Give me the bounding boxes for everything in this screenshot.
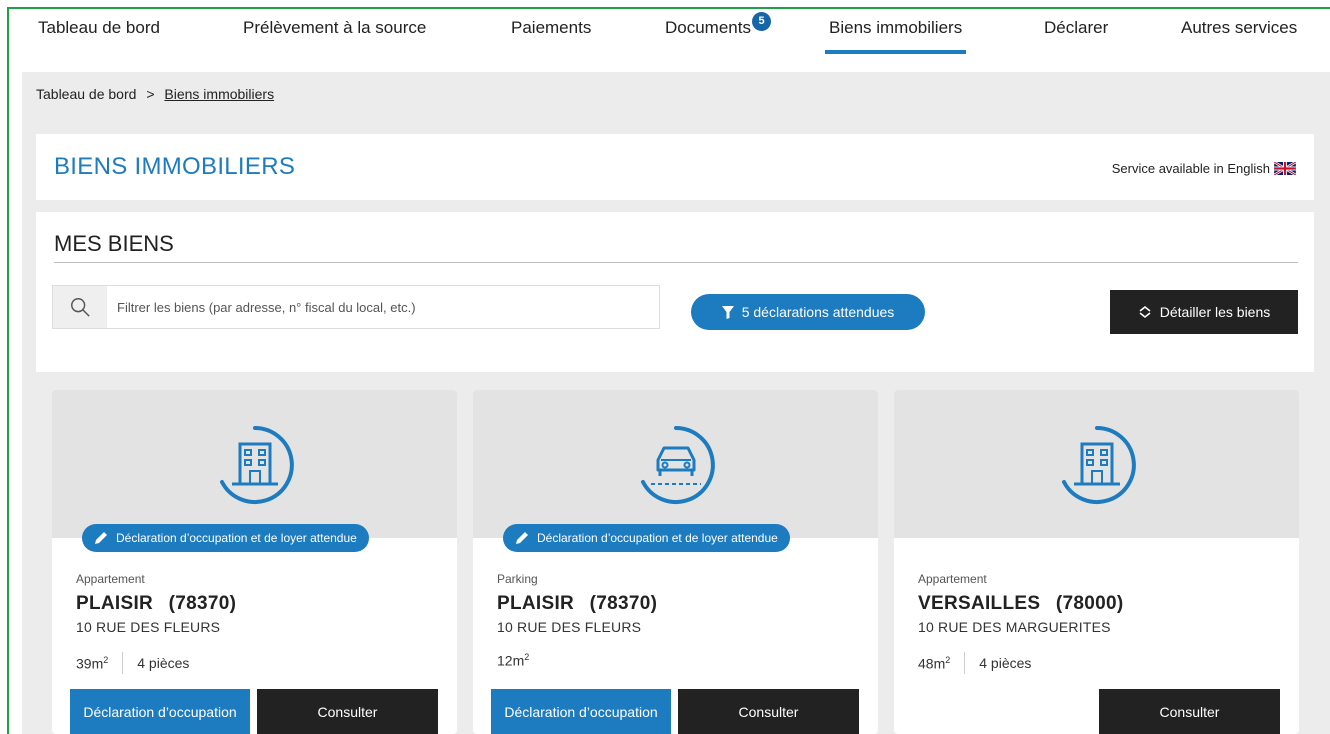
property-city: PLAISIR (78370) [76, 593, 236, 615]
property-type: Appartement [918, 572, 987, 586]
postcode: (78000) [1055, 593, 1124, 614]
property-card: Déclaration d’occupation et de loyer att… [52, 390, 457, 734]
consult-button[interactable]: Consulter [1099, 689, 1280, 734]
stats-divider [964, 652, 966, 674]
property-surface: 12m2 [497, 652, 530, 669]
search-bar [52, 285, 660, 329]
consult-button[interactable]: Consulter [257, 689, 438, 734]
property-surface: 39m2 [76, 654, 109, 672]
declare-occupation-button[interactable]: Déclaration d’occupation [70, 689, 250, 734]
car-icon [631, 420, 721, 515]
pencil-icon [95, 532, 107, 544]
postcode: (78370) [168, 593, 237, 614]
building-icon [1052, 420, 1142, 515]
property-street: 10 RUE DES FLEURS [497, 619, 642, 635]
uk-flag-icon [1274, 162, 1296, 175]
city-name: VERSAILLES [918, 593, 1041, 614]
property-rooms: 4 pièces [979, 655, 1032, 671]
nav-prelevement[interactable]: Prélèvement à la source [243, 18, 426, 38]
breadcrumb-home[interactable]: Tableau de bord [36, 86, 136, 102]
property-type: Parking [497, 572, 538, 586]
city-name: PLAISIR [76, 593, 154, 614]
property-stats: 12m2 [497, 652, 529, 669]
expand-collapse-icon [1139, 305, 1151, 319]
english-service-link[interactable]: Service available in English [1112, 161, 1296, 176]
breadcrumb: Tableau de bord > Biens immobiliers [36, 86, 274, 102]
nav-paiements[interactable]: Paiements [511, 18, 591, 38]
property-card: Appartement VERSAILLES (78000) 10 RUE DE… [894, 390, 1299, 734]
city-name: PLAISIR [497, 593, 575, 614]
detail-button-label: Détailler les biens [1159, 304, 1271, 320]
expected-declarations-filter-button[interactable]: 5 déclarations attendues [691, 294, 925, 330]
postcode: (78370) [589, 593, 658, 614]
english-service-label: Service available in English [1111, 161, 1270, 176]
declare-occupation-button[interactable]: Déclaration d’occupation [491, 689, 671, 734]
filter-button-label: 5 déclarations attendues [741, 304, 895, 320]
pencil-icon [516, 532, 528, 544]
search-icon[interactable] [53, 286, 107, 328]
nav-documents[interactable]: Documents [665, 18, 751, 38]
property-card: Déclaration d’occupation et de loyer att… [473, 390, 878, 734]
building-icon [210, 420, 300, 515]
property-stats: 48m2 4 pièces [918, 652, 1031, 674]
property-city: VERSAILLES (78000) [918, 593, 1124, 615]
documents-count-badge: 5 [752, 12, 771, 31]
stats-divider [122, 652, 124, 674]
tag-label: Déclaration d’occupation et de loyer att… [116, 531, 357, 545]
property-rooms: 4 pièces [137, 655, 190, 671]
declaration-expected-tag: Déclaration d’occupation et de loyer att… [503, 524, 790, 552]
property-surface: 48m2 [918, 654, 951, 672]
nav-autres-services[interactable]: Autres services [1181, 18, 1297, 38]
property-type: Appartement [76, 572, 145, 586]
breadcrumb-current[interactable]: Biens immobiliers [164, 86, 274, 102]
property-street: 10 RUE DES MARGUERITES [918, 619, 1111, 635]
page-title: BIENS IMMOBILIERS [54, 153, 296, 180]
property-street: 10 RUE DES FLEURS [76, 619, 221, 635]
nav-tableau-de-bord[interactable]: Tableau de bord [38, 18, 160, 38]
detail-properties-button[interactable]: Détailler les biens [1110, 290, 1298, 334]
declaration-expected-tag: Déclaration d’occupation et de loyer att… [82, 524, 369, 552]
search-input[interactable] [107, 286, 659, 328]
tag-label: Déclaration d’occupation et de loyer att… [537, 531, 778, 545]
consult-button[interactable]: Consulter [678, 689, 859, 734]
property-city: PLAISIR (78370) [497, 593, 657, 615]
property-stats: 39m2 4 pièces [76, 652, 189, 674]
nav-biens-immobiliers[interactable]: Biens immobiliers [824, 18, 967, 54]
nav-declarer[interactable]: Déclarer [1044, 18, 1108, 38]
filter-icon [721, 305, 734, 319]
section-divider [54, 262, 1298, 263]
breadcrumb-separator: > [146, 86, 155, 102]
section-title: MES BIENS [54, 231, 174, 256]
